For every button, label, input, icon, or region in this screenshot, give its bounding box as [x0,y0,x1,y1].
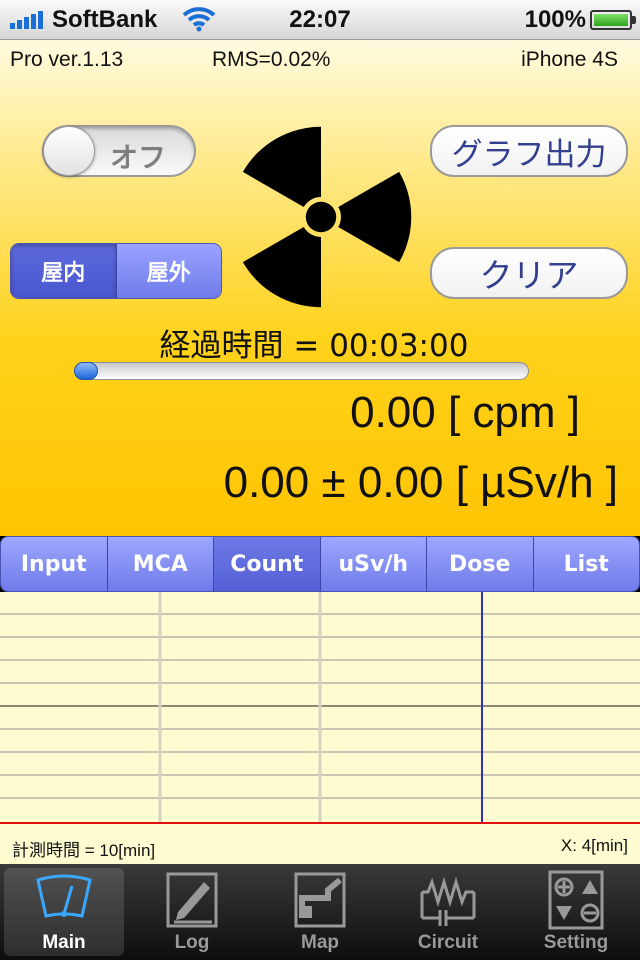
measurement-toggle[interactable]: オフ [42,125,196,177]
tab-input[interactable]: Input [1,537,107,591]
graph-grid [0,592,640,822]
graph-output-button[interactable]: グラフ出力 [430,125,628,177]
tab-setting[interactable]: Setting [512,864,640,960]
battery-percent: 100% [524,6,586,33]
tab-list[interactable]: List [532,537,639,591]
measure-time-label: 計測時間 = 10[min] [12,841,156,860]
tab-main[interactable]: Main [0,864,128,960]
radiation-icon [242,126,412,308]
main-panel: Pro ver.1.13 RMS=0.02% iPhone 4S オフ 屋内 屋… [0,40,640,536]
toggle-label: オフ [110,141,167,174]
tab-circuit-label: Circuit [417,932,479,953]
circuit-icon [420,876,476,926]
settings-controls-icon [548,870,604,930]
graph-footer: 計測時間 = 10[min] X: 4[min] [0,822,640,864]
x-readout: X: 4[min] [560,836,628,855]
tab-mca[interactable]: MCA [106,537,213,591]
tab-map[interactable]: Map [256,864,384,960]
bottom-tab-bar: Main Log Map Circuit Setting [0,864,640,960]
tab-log-label: Log [174,932,210,953]
tab-main-label: Main [42,932,86,953]
segment-indoor[interactable]: 屋内 [11,244,116,298]
elapsed-progress-slider[interactable] [74,362,529,380]
dose-rate-readout: 0.00 ± 0.00 [ µSv/h ] [223,458,618,507]
tab-log[interactable]: Log [128,864,256,960]
elapsed-time: 経過時間 = 00:03:00 [159,328,469,364]
location-segmented-control: 屋内 屋外 [10,243,222,299]
clear-button[interactable]: クリア [430,247,628,299]
tab-usvh[interactable]: uSv/h [319,537,426,591]
rms-label: RMS=0.02% [212,48,331,71]
tab-setting-label: Setting [543,932,609,953]
mode-tabs: Input MCA Count uSv/h Dose List [0,536,640,592]
tab-circuit[interactable]: Circuit [384,864,512,960]
toggle-knob[interactable] [43,126,95,176]
slider-fill [74,362,98,380]
version-label: Pro ver.1.13 [10,48,124,71]
battery-icon [590,10,636,30]
cpm-readout: 0.00 [ cpm ] [350,388,580,437]
count-graph[interactable] [0,592,640,822]
tab-count[interactable]: Count [213,537,320,591]
pencil-paper-icon [166,872,218,928]
status-bar: SoftBank 22:07 100% [0,0,640,40]
gauge-icon [36,874,92,918]
device-label: iPhone 4S [521,48,618,71]
segment-outdoor[interactable]: 屋外 [116,244,221,298]
map-icon [294,872,346,928]
tab-dose[interactable]: Dose [426,537,533,591]
tab-map-label: Map [301,932,339,953]
